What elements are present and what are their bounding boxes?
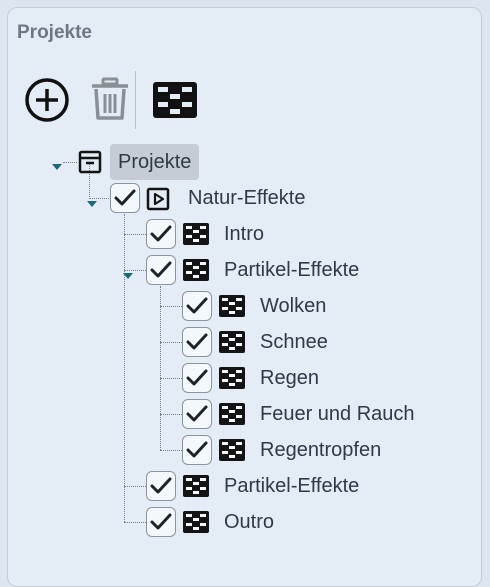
tree-item-intro[interactable]: Intro [224,222,264,246]
checkbox-intro[interactable] [146,219,176,249]
archive-box-icon [78,150,102,174]
tree-connector [160,286,161,450]
effect-group-icon [219,331,245,353]
tree-connector [160,414,182,415]
tree-connector [63,162,77,163]
tree-item-wolken[interactable]: Wolken [260,294,326,318]
expand-toggle-root[interactable] [52,164,62,170]
effect-group-icon [183,223,209,245]
checkbox-partikel-effekte-2[interactable] [146,471,176,501]
tree-connector [89,198,109,199]
effect-group-icon [183,259,209,281]
expand-toggle-partikel[interactable] [123,273,133,279]
effect-group-icon [183,475,209,497]
effect-group-icon [219,439,245,461]
tree-item-partikel-effekte-2[interactable]: Partikel-Effekte [224,474,359,498]
tree-connector [160,450,182,451]
tree-root-label[interactable]: Projekte [110,144,200,180]
checkbox-regentropfen[interactable] [182,435,212,465]
checkbox-wolken[interactable] [182,291,212,321]
tree-item-outro[interactable]: Outro [224,510,274,534]
checkbox-regen[interactable] [182,363,212,393]
effect-group-icon [219,367,245,389]
play-box-icon [146,187,170,211]
tree-item-regen[interactable]: Regen [260,366,319,390]
effect-group-icon [219,403,245,425]
project-tree: Projekte Natur-Effekte Intro Partikel-Ef… [0,0,490,570]
effect-group-icon [183,511,209,533]
expand-toggle-project[interactable] [87,201,97,207]
tree-project-label[interactable]: Natur-Effekte [188,186,305,210]
checkbox-project[interactable] [110,183,140,213]
tree-connector [160,306,182,307]
tree-connector [160,342,182,343]
tree-item-feuer-und-rauch[interactable]: Feuer und Rauch [260,402,415,426]
tree-connector [124,214,125,522]
tree-connector [124,270,146,271]
effect-group-icon [219,295,245,317]
tree-item-regentropfen[interactable]: Regentropfen [260,438,381,462]
checkbox-partikel-effekte[interactable] [146,255,176,285]
tree-connector [124,522,146,523]
tree-item-schnee[interactable]: Schnee [260,330,328,354]
tree-connector [124,486,146,487]
tree-connector [124,234,146,235]
checkbox-outro[interactable] [146,507,176,537]
tree-item-partikel-effekte[interactable]: Partikel-Effekte [224,258,359,282]
checkbox-feuer-und-rauch[interactable] [182,399,212,429]
checkbox-schnee[interactable] [182,327,212,357]
tree-connector [160,378,182,379]
